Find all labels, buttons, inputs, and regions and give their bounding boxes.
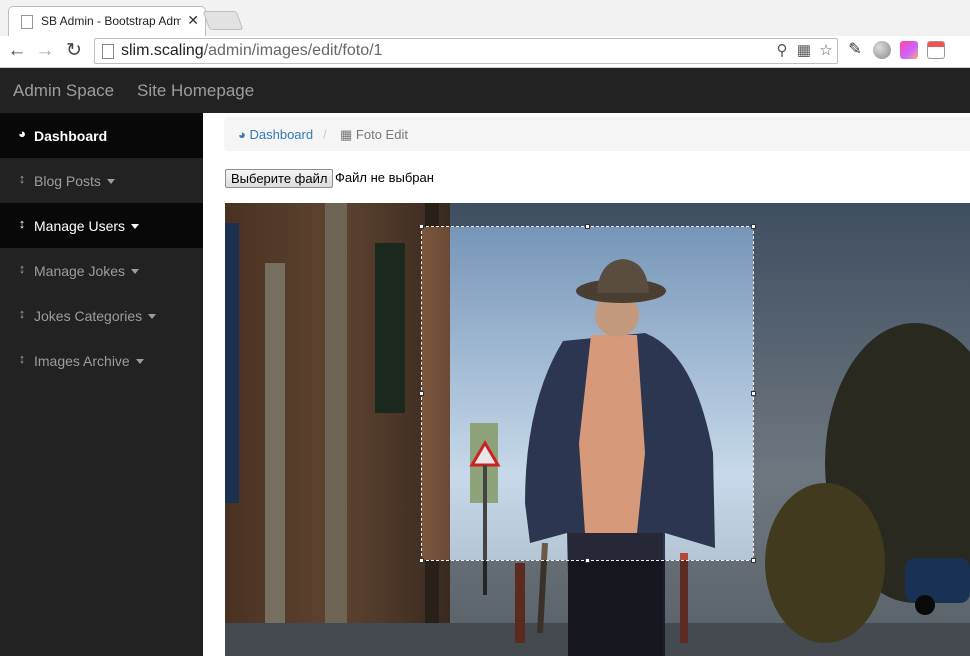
zoom-icon[interactable]: ⚲ [773, 40, 791, 62]
forward-arrow-icon[interactable]: → [33, 39, 57, 63]
crop-handle-nw[interactable] [419, 224, 424, 229]
caret-down-icon [131, 224, 140, 229]
dashboard-icon: ◕ [238, 127, 246, 142]
sidebar-item-label: Images Archive [34, 353, 144, 369]
tab-close-icon[interactable]: ✕ [187, 12, 199, 28]
globe-icon[interactable] [873, 41, 891, 59]
url-text[interactable]: slim.scaling/admin/images/edit/foto/1 [121, 42, 382, 60]
crop-handle-ne[interactable] [751, 224, 756, 229]
sort-icon: ↕ [18, 351, 26, 366]
tab-title: SB Admin - Bootstrap Admi [41, 14, 181, 28]
table-icon: ▦ [340, 127, 353, 142]
browser-tabstrip: SB Admin - Bootstrap Admi ✕ [0, 0, 970, 36]
choose-file-button[interactable]: Выберите файл [225, 169, 334, 188]
navbar-brand[interactable]: Admin Space [13, 81, 114, 101]
address-bar[interactable]: slim.scaling/admin/images/edit/foto/1 ⚲ … [94, 38, 838, 64]
dashboard-icon: ◕ [18, 126, 26, 141]
breadcrumb-current-label: Foto Edit [355, 127, 408, 142]
sidebar-item-dashboard[interactable]: ◕ Dashboard [0, 113, 203, 158]
extension-icon[interactable] [900, 41, 918, 59]
label-text: Manage Jokes [34, 263, 126, 279]
url-host: slim.scaling [121, 42, 204, 59]
eyedropper-icon[interactable]: ✎ [846, 41, 864, 59]
browser-toolbar: ← → ↻ slim.scaling/admin/images/edit/fot… [0, 36, 970, 68]
sidebar-item-blog-posts[interactable]: ↕ Blog Posts [0, 158, 203, 203]
sidebar-item-label: Manage Users [34, 218, 140, 234]
notes-icon[interactable] [927, 41, 945, 59]
sidebar-item-jokes-categories[interactable]: ↕ Jokes Categories [0, 293, 203, 338]
sidebar-item-label: Blog Posts [34, 173, 115, 189]
crop-handle-n[interactable] [585, 224, 590, 229]
sidebar-item-label: Dashboard [34, 128, 108, 144]
label-text: Jokes Categories [34, 308, 143, 324]
street-photo-cropped [422, 227, 753, 560]
label-text: Manage Users [34, 218, 126, 234]
image-crop-editor[interactable] [225, 203, 970, 656]
label-text: Images Archive [34, 353, 130, 369]
caret-down-icon [131, 269, 140, 274]
sidebar-item-manage-users[interactable]: ↕ Manage Users [0, 203, 203, 248]
sort-icon: ↕ [18, 306, 26, 321]
breadcrumb-dashboard-link[interactable]: ◕ Dashboard [238, 127, 313, 142]
crop-selection[interactable] [421, 226, 754, 561]
top-navbar: Admin Space Site Homepage [0, 68, 970, 113]
breadcrumb: ◕ Dashboard / ▦ Foto Edit [224, 117, 970, 151]
crop-handle-e[interactable] [751, 391, 756, 396]
breadcrumb-dashboard-label: Dashboard [249, 127, 314, 142]
caret-down-icon [106, 179, 115, 184]
file-status-text: Файл не выбран [335, 170, 434, 185]
bookmark-star-icon[interactable]: ☆ [817, 40, 835, 62]
sidebar-item-label: Manage Jokes [34, 263, 140, 279]
breadcrumb-current: ▦ Foto Edit [340, 127, 408, 143]
translate-icon[interactable]: ▦ [795, 40, 813, 62]
url-path: /admin/images/edit/foto/1 [203, 42, 383, 59]
sort-icon: ↕ [18, 171, 26, 186]
page-favicon-icon [21, 15, 33, 29]
sidebar: ◕ Dashboard ↕ Blog Posts ↕ Manage Users … [0, 113, 203, 656]
sidebar-item-label: Jokes Categories [34, 308, 157, 324]
sort-icon: ↕ [18, 216, 26, 231]
sidebar-item-manage-jokes[interactable]: ↕ Manage Jokes [0, 248, 203, 293]
label-text: Blog Posts [34, 173, 101, 189]
page-icon [102, 44, 114, 59]
crop-handle-w[interactable] [419, 391, 424, 396]
caret-down-icon [148, 314, 157, 319]
reload-icon[interactable]: ↻ [62, 39, 86, 63]
crop-handle-s[interactable] [585, 558, 590, 563]
back-arrow-icon[interactable]: ← [5, 39, 29, 63]
sidebar-item-images-archive[interactable]: ↕ Images Archive [0, 338, 203, 383]
crop-handle-se[interactable] [751, 558, 756, 563]
caret-down-icon [135, 359, 144, 364]
new-tab-button[interactable] [202, 11, 244, 30]
site-homepage-link[interactable]: Site Homepage [137, 81, 254, 101]
browser-tab[interactable]: SB Admin - Bootstrap Admi ✕ [8, 6, 206, 36]
sort-icon: ↕ [18, 261, 26, 276]
breadcrumb-separator: / [323, 127, 327, 142]
crop-handle-sw[interactable] [419, 558, 424, 563]
